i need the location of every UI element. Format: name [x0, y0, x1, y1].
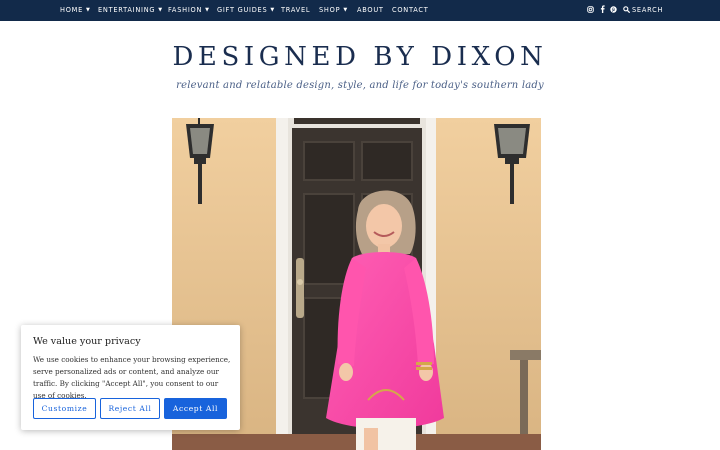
nav-item-label: SHOP — [319, 6, 341, 14]
site-tagline: relevant and relatable design, style, an… — [176, 80, 544, 91]
nav-item-home[interactable]: HOME ▼ — [60, 0, 91, 21]
nav-item-fashion[interactable]: FASHION ▼ — [168, 0, 210, 21]
nav-item-label: HOME — [60, 6, 84, 14]
site-title[interactable]: DESIGNED BY DIXON — [0, 42, 720, 72]
instagram-icon[interactable] — [587, 0, 594, 21]
nav-item-label: TRAVEL — [281, 6, 311, 14]
nav-item-label: ENTERTAINING — [98, 6, 156, 14]
nav-item-gift-guides[interactable]: GIFT GUIDES ▼ — [217, 0, 275, 21]
nav-item-shop[interactable]: SHOP ▼ — [319, 0, 348, 21]
nav-item-entertaining[interactable]: ENTERTAINING ▼ — [98, 0, 163, 21]
search-label: SEARCH — [632, 6, 664, 14]
nav-item-label: CONTACT — [392, 6, 429, 14]
customize-button[interactable]: Customize — [33, 398, 96, 419]
pinterest-icon[interactable] — [610, 0, 617, 21]
chevron-down-icon: ▼ — [270, 7, 276, 13]
nav-item-contact[interactable]: CONTACT — [392, 0, 429, 21]
cookie-banner-text: We use cookies to enhance your browsing … — [33, 355, 231, 400]
facebook-icon[interactable] — [600, 0, 605, 21]
chevron-down-icon: ▼ — [205, 7, 210, 13]
nav-item-label: FASHION — [168, 6, 203, 14]
nav-item-label: ABOUT — [357, 6, 384, 14]
chevron-down-icon: ▼ — [158, 7, 163, 13]
search-button[interactable]: SEARCH — [623, 0, 663, 21]
cookie-consent-banner: We value your privacy We use cookies to … — [21, 325, 240, 430]
nav-item-label: GIFT GUIDES — [217, 6, 268, 14]
chevron-down-icon: ▼ — [343, 7, 348, 13]
nav-item-about[interactable]: ABOUT — [357, 0, 384, 21]
chevron-down-icon: ▼ — [86, 7, 91, 13]
top-navigation-bar: HOME ▼ ENTERTAINING ▼ FASHION ▼ GIFT GUIDES… — [0, 0, 720, 21]
reject-all-button[interactable]: Reject All — [100, 398, 160, 419]
nav-item-travel[interactable]: TRAVEL — [281, 0, 310, 21]
cookie-banner-title: We value your privacy — [33, 336, 141, 347]
search-icon — [623, 6, 630, 13]
accept-all-button[interactable]: Accept All — [164, 398, 227, 419]
